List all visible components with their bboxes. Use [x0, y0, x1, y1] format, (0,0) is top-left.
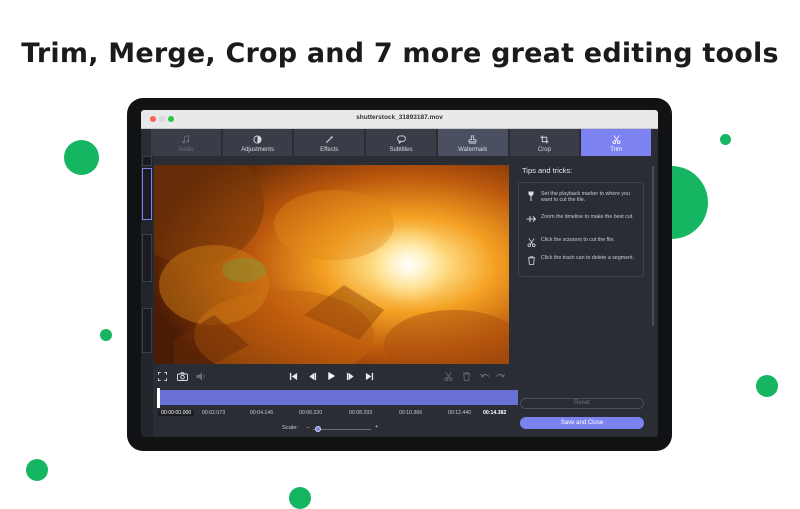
save-and-close-button[interactable]: Save and Close [520, 417, 644, 429]
tab-effects[interactable]: Effects [294, 129, 365, 156]
scissors-icon [526, 237, 536, 247]
tab-trim[interactable]: Trim [581, 129, 652, 156]
timeline-tick: 00:06.220 [299, 410, 323, 416]
trash-icon [526, 255, 536, 265]
fullscreen-icon[interactable] [156, 370, 168, 382]
play-icon[interactable] [325, 370, 337, 382]
app-window: shutterstock_31893187.mov Audio Adjustme… [141, 110, 658, 437]
next-frame-icon[interactable] [344, 370, 356, 382]
file-list-strip [141, 156, 153, 437]
snapshot-camera-icon[interactable] [176, 370, 188, 382]
tab-subtitles[interactable]: Subtitles [366, 129, 436, 156]
volume-icon[interactable] [195, 370, 207, 382]
undo-icon[interactable] [479, 370, 491, 382]
tab-label: Subtitles [389, 147, 413, 153]
previous-frame-icon[interactable] [306, 370, 318, 382]
tab-label: Watermark [458, 147, 488, 153]
timeline-clip[interactable] [157, 390, 518, 405]
tab-audio[interactable]: Audio [151, 129, 221, 156]
trash-icon[interactable] [460, 370, 472, 382]
tab-label: Adjustments [241, 147, 275, 153]
scale-label: Scale: [282, 425, 299, 431]
file-thumbnail[interactable] [142, 234, 152, 282]
tab-label: Effects [320, 147, 339, 153]
crop-icon [540, 135, 549, 144]
decor-dot [64, 140, 99, 175]
video-preview[interactable] [154, 165, 509, 364]
timeline-ruler: 00:00:00.000 00:02.073 00:04.146 00:06.2… [154, 408, 509, 418]
tab-adjustments[interactable]: Adjustments [222, 129, 293, 156]
scale-slider-thumb[interactable] [315, 426, 321, 432]
reset-button[interactable]: Reset [520, 398, 644, 409]
file-thumbnail[interactable] [142, 168, 152, 220]
scale-slider-track[interactable] [313, 429, 371, 430]
window-titlebar: shutterstock_31893187.mov [141, 110, 658, 129]
tab-label: Audio [178, 147, 194, 153]
tips-box: Set the playback marker to where you wan… [518, 182, 644, 277]
decor-dot [100, 329, 112, 341]
playback-marker[interactable] [157, 388, 160, 408]
decor-dot [756, 375, 778, 397]
scale-plus-button[interactable]: + [375, 424, 378, 430]
music-note-icon [181, 135, 190, 144]
skip-to-start-icon[interactable] [287, 370, 299, 382]
timeline-tick: 00:02.073 [202, 410, 226, 416]
scale-control: Scale: – + [282, 424, 402, 434]
timeline-end-time: 00:14.382 [483, 410, 507, 416]
playback-controls [154, 368, 509, 384]
tab-crop[interactable]: Crop [509, 129, 580, 156]
scissors-icon [612, 135, 621, 144]
decor-dot [289, 487, 311, 509]
decor-dot [26, 459, 48, 481]
window-title: shutterstock_31893187.mov [356, 114, 443, 121]
current-time: 00:00:00.000 [158, 410, 195, 416]
magic-wand-icon [325, 135, 334, 144]
contrast-icon [253, 135, 262, 144]
file-thumbnail[interactable] [142, 156, 152, 166]
zoom-timeline-icon [526, 214, 536, 224]
tab-label: Trim [610, 147, 623, 153]
stamp-icon [468, 135, 477, 144]
redo-icon[interactable] [494, 370, 506, 382]
skip-to-end-icon[interactable] [363, 370, 375, 382]
tab-label: Crop [537, 147, 551, 153]
timeline-tick: 00:10.366 [399, 410, 423, 416]
decor-dot [720, 134, 731, 145]
tool-tabs: Audio Adjustments Effects Subtitles Wate… [151, 129, 652, 156]
page-headline: Trim, Merge, Crop and 7 more great editi… [21, 38, 779, 69]
timeline-tick: 00:04.146 [250, 410, 274, 416]
tip-text: Click the scissors to cut the file. [541, 237, 615, 243]
scissors-icon[interactable] [442, 370, 454, 382]
file-thumbnail[interactable] [142, 308, 152, 353]
tips-panel-title: Tips and tricks: [522, 166, 573, 175]
tab-watermark[interactable]: Watermark [437, 129, 508, 156]
marker-icon [526, 191, 536, 201]
tip-text: Zoom the timeline to make the best cut. [541, 214, 634, 220]
scale-minus-button[interactable]: – [306, 425, 309, 431]
speech-bubble-icon [396, 135, 406, 144]
timeline-tick: 00:08.293 [349, 410, 373, 416]
video-frame-image [154, 165, 509, 364]
timeline-tick: 00:12.440 [448, 410, 472, 416]
tip-text: Click the trash can to delete a segment. [541, 255, 635, 261]
panel-scrollbar[interactable] [652, 166, 654, 326]
tip-text: Set the playback marker to where you wan… [541, 191, 630, 204]
